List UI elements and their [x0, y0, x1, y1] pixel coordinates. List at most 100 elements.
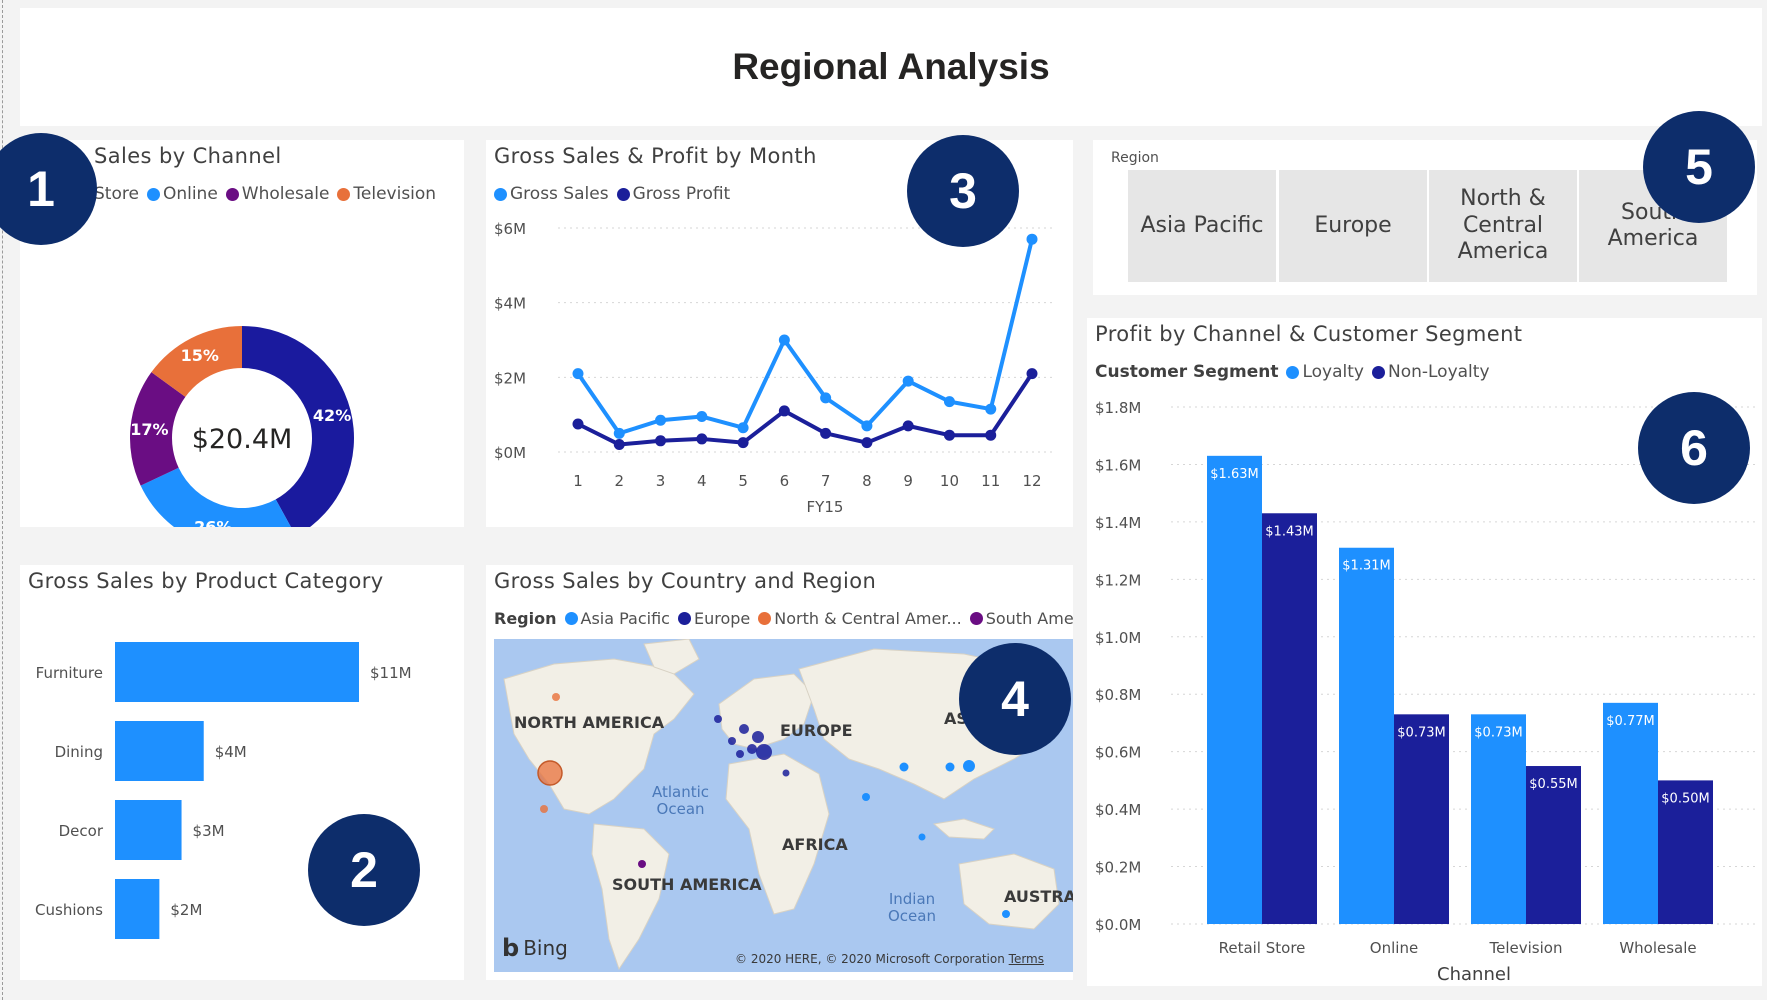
column-data-label: $0.55M [1529, 777, 1577, 792]
gross-sales-by-product-category-visual[interactable]: Gross Sales by Product Category Furnitur… [20, 565, 464, 980]
x-tick-label: 12 [1022, 472, 1041, 490]
line-point [861, 437, 873, 449]
y-tick-label: $1.6M [1095, 456, 1141, 474]
legend-item-asia-pacific[interactable]: Asia Pacific [564, 609, 670, 628]
bar-category-label: Decor [59, 822, 104, 840]
slicer-tile-north-central-america[interactable]: North & Central America [1429, 170, 1577, 282]
column-bar [1394, 714, 1449, 924]
y-tick-label: $2M [494, 369, 526, 387]
y-tick-label: $0.0M [1095, 916, 1141, 934]
column-bar [1339, 547, 1394, 924]
y-tick-label: $0.4M [1095, 801, 1141, 819]
line-point [1026, 233, 1038, 245]
x-axis-title: Channel [1437, 964, 1511, 985]
slicer-header: Region [1111, 150, 1159, 166]
x-tick-label: Television [1489, 939, 1563, 957]
x-tick-label: 5 [738, 472, 748, 490]
y-tick-label: $6M [494, 220, 526, 238]
visual-title: Gross Sales by Country and Region [494, 569, 877, 593]
x-tick-label: 9 [903, 472, 913, 490]
map-bubble-asia-pacific [963, 760, 975, 772]
map-bubble-north-america [552, 693, 560, 701]
map-bubble-asia-pacific [945, 762, 955, 772]
bar [115, 642, 359, 702]
map-bubble-europe [739, 724, 749, 734]
callout-badge-5: 5 [1643, 111, 1755, 223]
x-tick-label: 11 [981, 472, 1000, 490]
column-data-label: $1.31M [1342, 559, 1390, 574]
donut-data-label: 26% [194, 517, 232, 527]
callout-badge-3: 3 [907, 135, 1019, 247]
map-bubble-europe [747, 744, 757, 754]
terms-link[interactable]: Terms [1009, 952, 1044, 966]
line-point [572, 368, 584, 380]
callout-badge-2: 2 [308, 814, 420, 926]
map-bubble-asia-pacific [918, 833, 926, 841]
map-bubble-south-america [638, 860, 646, 868]
x-tick-label: 8 [862, 472, 872, 490]
line-series [576, 238, 1034, 436]
legend-item-europe[interactable]: Europe [677, 609, 750, 628]
map-bubble-europe [782, 769, 790, 777]
line-point [613, 427, 625, 439]
map-bubble-europe [728, 737, 736, 745]
slicer-tile-asia-pacific[interactable]: Asia Pacific [1128, 170, 1276, 282]
y-tick-label: $1.0M [1095, 629, 1141, 647]
column-bar [1471, 714, 1526, 924]
donut-data-label: 42% [313, 406, 351, 425]
line-point [696, 433, 708, 445]
line-series [577, 372, 1034, 447]
legend-item-south-america[interactable]: South America [969, 609, 1073, 628]
y-tick-label: $0M [494, 444, 526, 462]
legend-dot [564, 612, 578, 625]
line-point [655, 414, 667, 426]
donut-data-label: 15% [181, 346, 219, 365]
map-bubble-north-america [540, 805, 548, 813]
line-point [902, 375, 914, 387]
legend-item-north-central-america[interactable]: North & Central Amer... [758, 609, 962, 628]
column-data-label: $0.73M [1397, 725, 1445, 740]
x-tick-label: 10 [940, 472, 959, 490]
x-axis-title: FY15 [807, 498, 844, 516]
legend-dot [677, 612, 691, 625]
x-tick-label: 7 [821, 472, 831, 490]
bar-data-label: $4M [215, 743, 247, 761]
line-point [985, 403, 997, 415]
x-tick-label: 1 [573, 472, 583, 490]
callout-badge-4: 4 [959, 643, 1071, 755]
map-bubble-europe [752, 731, 764, 743]
line-point [902, 420, 914, 432]
y-tick-label: $1.4M [1095, 514, 1141, 532]
x-tick-label: Retail Store [1219, 939, 1306, 957]
line-point [820, 392, 832, 404]
map-bubble-europe [736, 750, 744, 758]
line-point [572, 418, 584, 430]
y-tick-label: $1.2M [1095, 571, 1141, 589]
map-bubble-asia-pacific [899, 762, 909, 772]
donut-data-label: 17% [130, 420, 168, 439]
x-tick-label: 4 [697, 472, 707, 490]
column-bar [1262, 513, 1317, 924]
y-tick-label: $4M [494, 295, 526, 313]
bing-logo[interactable]: b Bing [502, 934, 568, 962]
bar [115, 800, 182, 860]
column-data-label: $0.50M [1661, 791, 1709, 806]
bar-data-label: $11M [370, 664, 412, 682]
line-point [1026, 368, 1038, 380]
legend-label: Region [494, 609, 557, 628]
map-credit: © 2020 HERE, © 2020 Microsoft Corporatio… [735, 952, 1044, 966]
bar-category-label: Furniture [36, 664, 103, 682]
bar-category-label: Cushions [35, 901, 103, 919]
report-header: Regional Analysis [20, 8, 1762, 126]
x-tick-label: Online [1370, 939, 1418, 957]
map-bubble-asia-pacific [862, 793, 870, 801]
gross-sales-by-country-region-visual[interactable]: Gross Sales by Country and Region Region… [486, 565, 1073, 980]
column-data-label: $0.73M [1474, 725, 1522, 740]
x-tick-label: Wholesale [1619, 939, 1696, 957]
bar-data-label: $3M [193, 822, 225, 840]
legend-dot [969, 612, 983, 625]
legend-dot [758, 612, 772, 625]
line-point [778, 334, 790, 346]
slicer-tile-europe[interactable]: Europe [1279, 170, 1427, 282]
column-bar [1603, 702, 1658, 924]
